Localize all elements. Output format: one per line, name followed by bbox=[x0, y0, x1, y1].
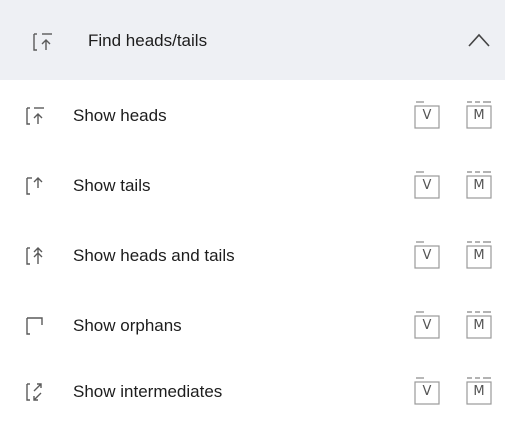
find-heads-tails-header[interactable]: Find heads/tails bbox=[0, 0, 505, 80]
menu-item-label: Show heads bbox=[73, 106, 167, 125]
show-heads-tails-icon bbox=[20, 244, 48, 268]
menu-item-show-heads-and-tails[interactable]: Show heads and tails V M bbox=[0, 224, 505, 288]
menu-item-show-intermediates[interactable]: Show intermediates V M bbox=[0, 360, 505, 424]
v-key-icon: V bbox=[414, 376, 440, 406]
v-key-icon: V bbox=[414, 310, 440, 340]
menu-item-show-tails[interactable]: Show tails V M bbox=[0, 154, 505, 218]
menu-item-label: Show orphans bbox=[73, 316, 182, 335]
section-title: Find heads/tails bbox=[88, 31, 208, 50]
chevron-up-icon[interactable] bbox=[467, 32, 491, 48]
show-intermediates-icon bbox=[20, 380, 48, 404]
v-key-icon: V bbox=[414, 100, 440, 130]
menu-item-label: Show intermediates bbox=[73, 382, 223, 401]
show-orphans-icon bbox=[20, 314, 48, 338]
menu-item-label: Show heads and tails bbox=[73, 246, 235, 265]
m-key-icon: M bbox=[466, 310, 492, 340]
show-tails-icon bbox=[20, 174, 48, 198]
show-heads-icon bbox=[20, 104, 48, 128]
v-key-icon: V bbox=[414, 170, 440, 200]
menu-item-show-heads[interactable]: Show heads V M bbox=[0, 84, 505, 148]
menu-item-show-orphans[interactable]: Show orphans V M bbox=[0, 294, 505, 358]
m-key-icon: M bbox=[466, 170, 492, 200]
find-heads-tails-icon bbox=[30, 30, 56, 54]
m-key-icon: M bbox=[466, 376, 492, 406]
m-key-icon: M bbox=[466, 100, 492, 130]
menu-item-label: Show tails bbox=[73, 176, 151, 195]
find-heads-tails-panel: Find heads/tails Show heads V M Show tai… bbox=[0, 0, 505, 424]
v-key-icon: V bbox=[414, 240, 440, 270]
m-key-icon: M bbox=[466, 240, 492, 270]
